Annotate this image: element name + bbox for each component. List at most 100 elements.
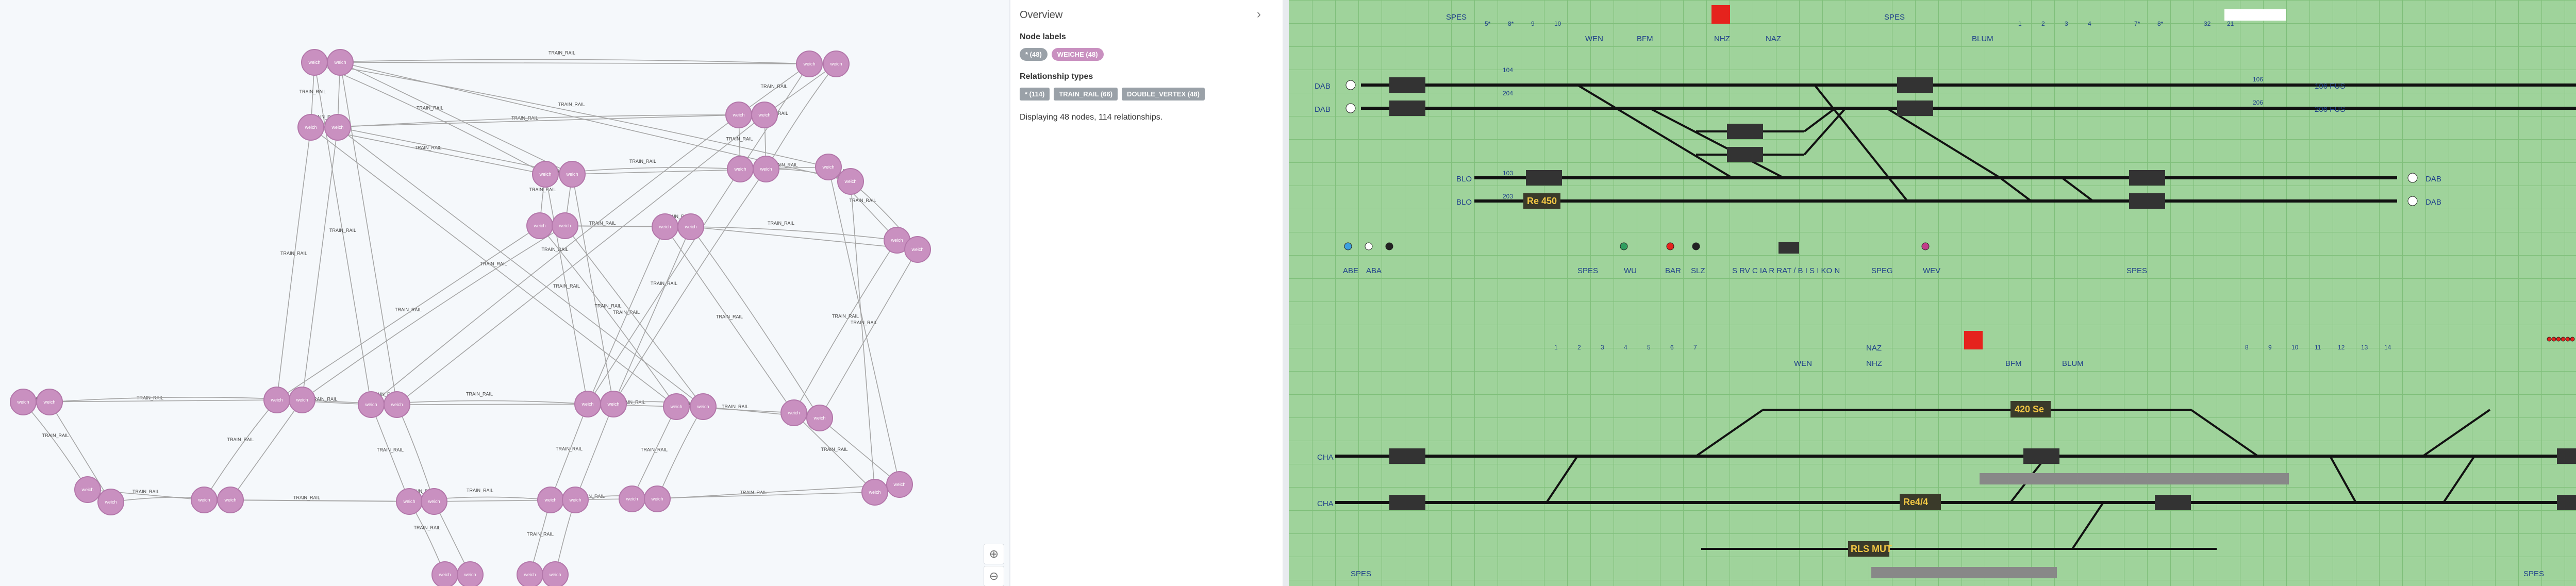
graph-node-label: weich	[403, 499, 415, 504]
track-block[interactable]	[2155, 495, 2191, 510]
track-number: 10	[2291, 344, 2299, 351]
graph-node-label: weich	[732, 112, 744, 118]
graph-edge[interactable]	[587, 169, 741, 405]
relationship-tag-double-vertex[interactable]: DOUBLE_VERTEX (48)	[1122, 88, 1205, 101]
track-diagram[interactable]: SPES WEN BFM NHZ NAZ SPES BLUM 5* 8* 9 10 1 2 3 4 7* 8* 3…	[1289, 0, 2576, 586]
status-lamp-icon[interactable]	[2561, 337, 2566, 342]
track-block[interactable]	[1389, 101, 1425, 116]
track-block[interactable]	[1526, 170, 1562, 186]
alarm-indicator-2[interactable]	[1964, 331, 1983, 349]
signal-end-icon[interactable]	[1345, 103, 1356, 113]
graph-edge[interactable]	[550, 404, 588, 500]
status-lamp-icon[interactable]	[1692, 242, 1700, 250]
station-label: SPEG	[1871, 266, 1893, 275]
station-label: BFM	[2005, 359, 2022, 368]
graph-edge[interactable]	[23, 401, 88, 490]
graph-edge[interactable]	[572, 174, 614, 405]
zoom-in-icon[interactable]: ⊕	[984, 544, 1004, 564]
status-lamp-icon[interactable]	[2547, 337, 2552, 342]
overview-summary: Displaying 48 nodes, 114 relationships.	[1020, 113, 1163, 122]
graph-edge[interactable]	[545, 174, 588, 405]
signal-end-icon[interactable]	[2407, 173, 2418, 183]
track-segment	[2190, 409, 2259, 457]
zoom-out-icon[interactable]: ⊖	[984, 566, 1004, 586]
relationship-tag-all[interactable]: * (114)	[1020, 88, 1050, 101]
graph-edge[interactable]	[564, 225, 704, 407]
panel-button[interactable]	[1779, 242, 1799, 254]
chevron-right-icon[interactable]: ›	[1257, 7, 1261, 22]
track-block[interactable]	[2557, 495, 2576, 510]
graph-node-label: weich	[558, 223, 571, 228]
track-block[interactable]	[2129, 193, 2165, 209]
graph-edge[interactable]	[690, 226, 820, 418]
track-block[interactable]	[1389, 77, 1425, 93]
track-block[interactable]	[1897, 77, 1933, 93]
station-label: CHA	[1317, 499, 1334, 508]
track-segment	[1886, 107, 2001, 179]
track-number: 1	[1554, 344, 1558, 351]
graph-node-label: weich	[658, 224, 671, 229]
graph-edge[interactable]	[664, 226, 794, 413]
graph-edge-label: TRAIN_RAIL	[480, 261, 507, 266]
graph-node-label: weich	[759, 166, 772, 172]
graph-edge[interactable]	[310, 127, 677, 407]
track-block[interactable]	[1389, 495, 1425, 510]
graph-edge[interactable]	[230, 399, 303, 500]
status-lamp-icon[interactable]	[1921, 242, 1930, 250]
graph-edge-label: TRAIN_RAIL	[553, 283, 580, 289]
status-lamp-icon[interactable]	[2556, 337, 2561, 342]
panel-separator[interactable]	[1283, 0, 1289, 586]
graph-edge[interactable]	[613, 169, 767, 405]
graph-edge[interactable]	[850, 181, 875, 493]
graph-edge[interactable]	[396, 404, 435, 502]
signal-end-icon[interactable]	[1345, 80, 1356, 90]
graph-edge-label: TRAIN_RAIL	[280, 251, 307, 256]
track-block[interactable]	[1727, 147, 1763, 162]
occupied-section[interactable]	[1871, 567, 2057, 578]
station-label: DAB	[1315, 105, 1331, 114]
graph-edge-label: TRAIN_RAIL	[541, 247, 568, 252]
graph-node-label: weich	[270, 397, 282, 403]
status-lamp-icon[interactable]	[1666, 242, 1674, 250]
status-lamp-icon[interactable]	[1620, 242, 1628, 250]
station-label: NAZ	[1766, 35, 1781, 43]
graph-edge[interactable]	[371, 114, 739, 405]
signal-end-icon[interactable]	[2407, 196, 2418, 206]
status-lamp-icon[interactable]	[1385, 242, 1393, 250]
track-block[interactable]	[1389, 448, 1425, 464]
graph-edge[interactable]	[302, 127, 338, 400]
track-block[interactable]	[1897, 101, 1933, 116]
track-block[interactable]	[2557, 448, 2576, 464]
status-lamp-icon[interactable]	[2565, 337, 2570, 342]
graph-canvas[interactable]: TRAIN_RAIL TRAIN_RAIL TRAIN_RAIL TRAIN_RAIL…	[0, 0, 1009, 586]
graph-node-label: weich	[684, 224, 696, 229]
alarm-indicator-1[interactable]	[1711, 5, 1730, 24]
status-lamp-icon[interactable]	[2570, 337, 2575, 342]
graph-edge[interactable]	[575, 404, 614, 500]
graph-edge[interactable]	[631, 406, 677, 499]
status-lamp-icon[interactable]	[1344, 242, 1352, 250]
graph-edge[interactable]	[613, 226, 691, 405]
track-block[interactable]	[2023, 448, 2059, 464]
track-block[interactable]	[1727, 124, 1763, 139]
graph-edge[interactable]	[793, 412, 875, 493]
graph-edge[interactable]	[396, 114, 765, 405]
node-label-chip-weiche[interactable]: WEICHE (48)	[1051, 48, 1104, 61]
graph-edge[interactable]	[276, 127, 311, 400]
graph-svg[interactable]: TRAIN_RAIL TRAIN_RAIL TRAIN_RAIL TRAIN_RAIL…	[0, 0, 1009, 586]
graph-edge[interactable]	[793, 240, 898, 413]
graph-edge[interactable]	[337, 114, 765, 128]
graph-edge[interactable]	[314, 62, 372, 405]
relationship-tag-train-rail[interactable]: TRAIN_RAIL (66)	[1054, 88, 1118, 101]
track-block[interactable]	[2129, 170, 2165, 186]
status-lamp-icon[interactable]	[1365, 242, 1373, 250]
graph-edge[interactable]	[587, 226, 666, 405]
status-lamp-icon[interactable]	[2551, 337, 2556, 342]
graph-edge[interactable]	[302, 225, 566, 400]
line-number: 104	[1503, 66, 1513, 74]
graph-edge[interactable]	[657, 406, 704, 499]
graph-edge[interactable]	[828, 166, 900, 485]
node-label-chip-all[interactable]: * (48)	[1020, 48, 1048, 61]
occupied-section[interactable]	[1980, 473, 2289, 484]
graph-edge[interactable]	[819, 249, 918, 418]
